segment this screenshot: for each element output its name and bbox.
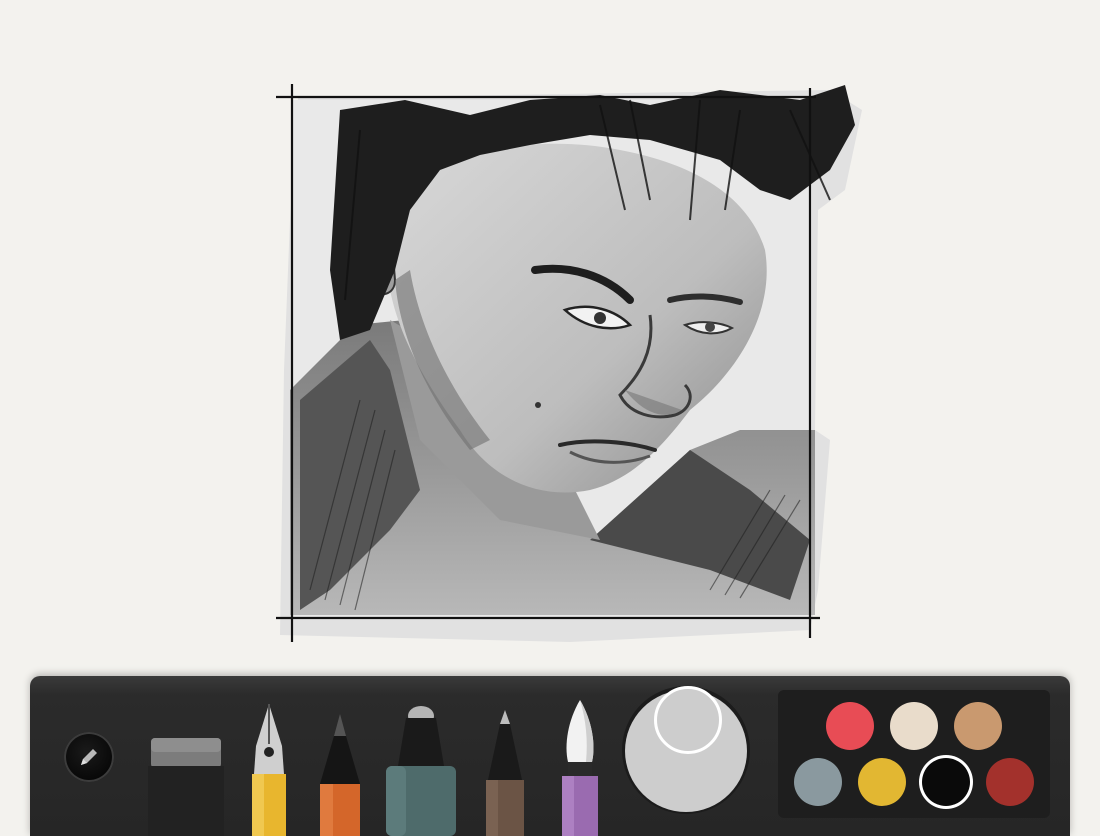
- pencil-portrait-sketch: [276, 84, 862, 642]
- color-palette: [778, 690, 1050, 818]
- current-color-swatch: [654, 686, 722, 754]
- color-mixer-icon[interactable]: [622, 686, 750, 814]
- fine-pen-icon[interactable]: [482, 710, 528, 836]
- swatch-yellow[interactable]: [858, 758, 906, 806]
- fountain-pen-icon[interactable]: [248, 704, 290, 836]
- drawing-canvas[interactable]: [0, 0, 1100, 670]
- brush-icon[interactable]: [558, 700, 602, 836]
- pencil-icon[interactable]: [64, 732, 114, 782]
- tool-tray: [30, 676, 1070, 836]
- swatch-black[interactable]: [922, 758, 970, 806]
- marker-icon[interactable]: [386, 706, 456, 836]
- swatch-dark-red[interactable]: [986, 758, 1034, 806]
- swatch-cream[interactable]: [890, 702, 938, 750]
- swatch-slate[interactable]: [794, 758, 842, 806]
- eraser-icon[interactable]: [148, 736, 224, 836]
- swatch-red[interactable]: [826, 702, 874, 750]
- pencil-tool-icon[interactable]: [318, 714, 362, 836]
- swatch-tan[interactable]: [954, 702, 1002, 750]
